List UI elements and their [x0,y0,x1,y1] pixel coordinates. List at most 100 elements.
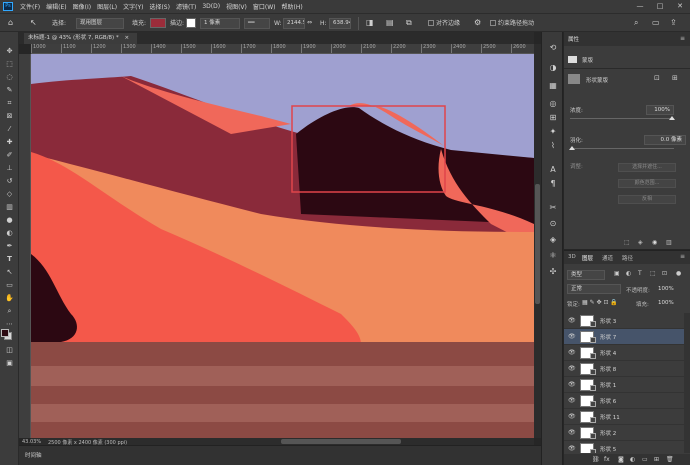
document-canvas[interactable] [31,54,534,438]
home-icon[interactable]: ⌂ [8,18,13,27]
path-arrangement-icon[interactable]: ⧉ [406,18,412,28]
menu-help[interactable]: 帮助(H) [279,2,306,11]
layer-name[interactable]: 形状 11 [600,413,620,421]
paragraph-icon[interactable]: ¶ [547,178,559,189]
new-layer-icon[interactable]: ⊞ [654,456,659,463]
layer-row[interactable]: 👁 形状 6 [564,393,684,409]
blur-tool-icon[interactable]: ● [3,215,16,225]
layer-row[interactable]: 👁 形状 1 [564,377,684,393]
stroke-width-field[interactable]: 1 像素 [200,18,240,29]
menu-type[interactable]: 文字(Y) [120,2,146,11]
load-selection-icon[interactable]: ⬚ [624,239,630,246]
select-dropdown[interactable]: 现用图层 [76,18,124,29]
delete-mask-icon[interactable]: ▥ [666,239,672,246]
rectangle-tool-icon[interactable]: ▭ [3,280,16,290]
layer-row[interactable]: 👁 形状 7 [564,329,684,345]
glyphs-icon[interactable]: ✣ [547,266,559,277]
info-icon[interactable]: ◈ [547,234,559,245]
tab-paths[interactable]: 路径 [622,254,633,262]
pen-tool-icon[interactable]: ✒ [3,241,16,251]
foreground-color-swatch[interactable] [1,329,9,337]
visibility-icon[interactable]: ◉ [652,239,657,246]
filter-smart-icon[interactable]: ⊡ [662,270,667,277]
apply-mask-icon[interactable]: ◈ [638,239,643,246]
feather-slider[interactable] [570,148,674,149]
eye-icon[interactable]: 👁 [568,397,576,404]
menu-edit[interactable]: 编辑(E) [43,2,69,11]
lock-icons[interactable]: ▦ ✎ ✥ ⊡ 🔒 [582,299,618,306]
brush-settings-icon[interactable]: ⌇ [547,140,559,151]
eye-icon[interactable]: 👁 [568,381,576,388]
layer-name[interactable]: 形状 1 [600,381,616,389]
move-tool-icon[interactable]: ✥ [3,46,16,56]
dodge-tool-icon[interactable]: ◐ [3,228,16,238]
layer-name[interactable]: 形状 5 [600,445,616,453]
adjustment-layer-icon[interactable]: ◐ [630,456,635,463]
fill-value[interactable]: 100% [658,300,674,306]
select-and-mask-button[interactable]: 选择并遮住... [618,163,676,172]
horizontal-scroll-thumb[interactable] [281,439,401,444]
layer-row[interactable]: 👁 形状 3 [564,313,684,329]
eye-icon[interactable]: 👁 [568,317,576,324]
eye-icon[interactable]: 👁 [568,349,576,356]
eyedropper-tool-icon[interactable]: ⁄ [3,124,16,134]
document-tab[interactable]: 未标题-1 @ 43% (形状 7, RGB/8) * × [24,33,138,44]
path-select-tool-icon[interactable]: ↖ [30,18,37,27]
quick-select-tool-icon[interactable]: ✎ [3,85,16,95]
eye-icon[interactable]: 👁 [568,413,576,420]
share-icon[interactable]: ⇪ [670,18,677,27]
filter-pixel-icon[interactable]: ▣ [614,270,620,277]
feather-slider-handle[interactable] [569,146,575,150]
eye-icon[interactable]: 👁 [568,333,576,340]
layers-scrollbar[interactable] [684,313,690,453]
search-icon[interactable]: ⌕ [634,18,638,28]
layer-name[interactable]: 形状 7 [600,333,616,341]
tab-3d[interactable]: 3D [568,254,576,260]
density-slider-handle[interactable] [669,116,675,120]
feather-field[interactable]: 0.0 像素 [644,135,686,145]
vertical-ruler[interactable] [19,54,31,438]
eraser-tool-icon[interactable]: ◇ [3,189,16,199]
eye-icon[interactable]: 👁 [568,365,576,372]
panel-menu-icon[interactable]: ≡ [680,35,685,42]
screen-mode-icon[interactable]: ▣ [3,358,16,368]
width-field[interactable]: 2144.5 [283,18,305,29]
height-field[interactable]: 638.94 [329,18,351,29]
path-select-icon[interactable]: ↖ [3,267,16,277]
adjustments-icon[interactable]: ◎ [547,98,559,109]
tab-properties[interactable]: 属性 [568,35,579,45]
new-group-icon[interactable]: ▭ [642,456,648,463]
layer-row[interactable]: 👁 形状 11 [564,409,684,425]
character-icon[interactable]: A [547,164,559,175]
layer-name[interactable]: 形状 4 [600,349,616,357]
menu-view[interactable]: 视图(V) [223,2,250,11]
opacity-value[interactable]: 100% [658,286,674,292]
link-layers-icon[interactable]: ⛓ [592,456,600,463]
quick-mask-icon[interactable]: ◫ [3,345,16,355]
gradient-tool-icon[interactable]: ▥ [3,202,16,212]
filter-adjustment-icon[interactable]: ◐ [626,270,631,277]
frame-tool-icon[interactable]: ⊠ [3,111,16,121]
align-edges-checkbox[interactable] [428,20,434,26]
styles-icon[interactable]: ✦ [547,126,559,137]
add-mask-icon[interactable]: ◙ [618,456,624,463]
layer-name[interactable]: 形状 6 [600,397,616,405]
navigator-icon[interactable]: ⊙ [547,218,559,229]
zoom-tool-icon[interactable]: ⌕ [3,306,16,316]
eye-icon[interactable]: 👁 [568,445,576,452]
swatches-icon[interactable]: ▦ [547,80,559,91]
layer-row[interactable]: 👁 形状 8 [564,361,684,377]
libraries-icon[interactable]: ⊞ [547,112,559,123]
type-tool-icon[interactable]: T [3,254,16,264]
menu-select[interactable]: 选择(S) [146,2,173,11]
layer-name[interactable]: 形状 3 [600,317,616,325]
layers-menu-icon[interactable]: ≡ [680,253,685,260]
filter-shape-icon[interactable]: ⬚ [650,270,656,277]
select-mask-icon[interactable]: ⊡ [654,74,660,82]
layer-row[interactable]: 👁 形状 5 [564,441,684,453]
vertical-scroll-thumb[interactable] [535,184,540,304]
workspace-icon[interactable]: ▭ [652,18,660,27]
color-icon[interactable]: ◑ [547,62,559,73]
history-brush-icon[interactable]: ↺ [3,176,16,186]
blend-mode-dropdown[interactable]: 正常 [567,284,621,294]
